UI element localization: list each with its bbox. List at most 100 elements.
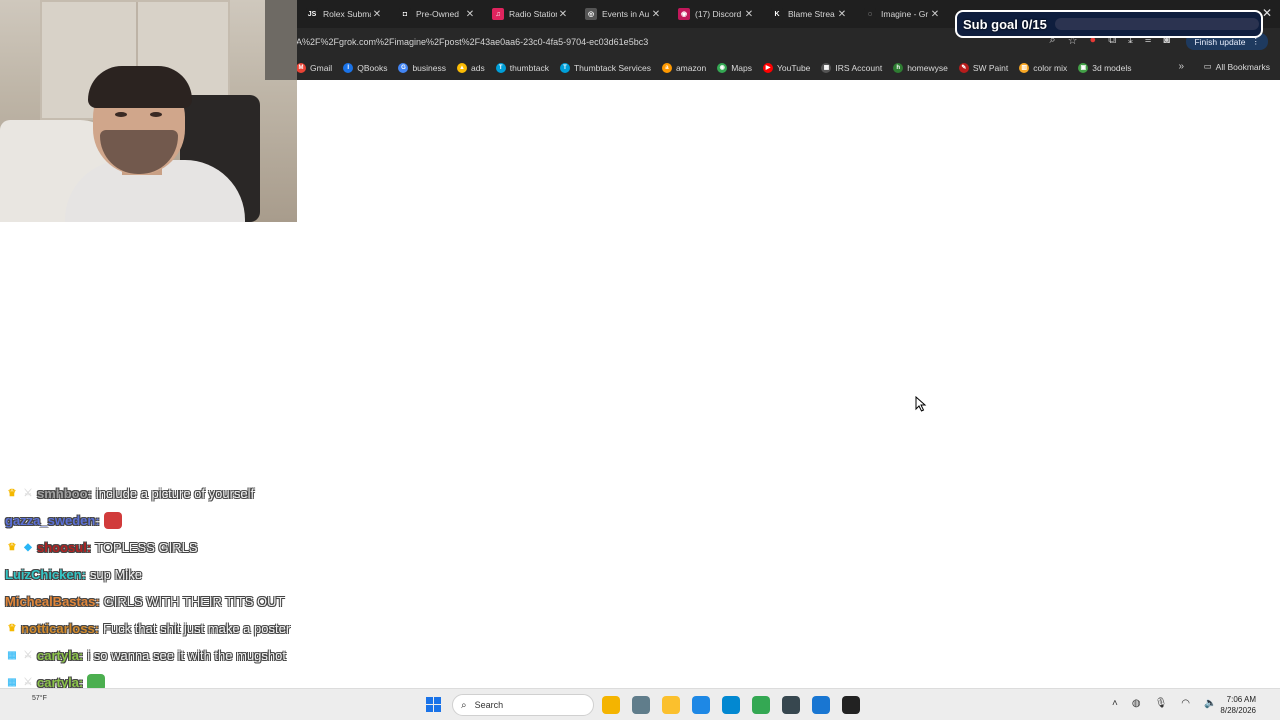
browser-tab-label: (17) Discord [695, 9, 742, 19]
chat-username: MichealBastas: [5, 594, 100, 609]
wifi-icon[interactable]: ◠ [1181, 698, 1190, 709]
bookmark-favicon-icon: ✎ [958, 62, 969, 73]
bookmark-item[interactable]: T Thumbtack Services [559, 62, 651, 73]
weather-widget[interactable]: 57°F [32, 695, 47, 702]
taskbar-search-box[interactable]: ⌕ Search [452, 694, 594, 716]
browser-tab[interactable]: ◌ Imagine - Gr ✕ [854, 0, 947, 28]
bookmark-label: Maps [731, 62, 752, 73]
all-bookmarks-label: All Bookmarks [1215, 61, 1270, 72]
window-close-icon[interactable]: ✕ [1262, 6, 1272, 20]
bookmark-item[interactable]: ▣ 3d models [1078, 62, 1132, 73]
chat-message: ♛ notticarloss: Fuck that shit just make a… [5, 615, 425, 642]
bookmark-label: Gmail [310, 62, 333, 73]
taskbar-clock[interactable]: 7:06 AM 8/28/2026 [1212, 694, 1256, 716]
notes-icon[interactable] [692, 696, 710, 714]
tab-close-icon[interactable]: ✕ [743, 9, 755, 20]
bookmark-label: color mix [1033, 62, 1068, 73]
browser-tab[interactable]: ◉ (17) Discord ✕ [668, 0, 761, 28]
mouse-cursor-icon [915, 396, 927, 412]
all-bookmarks-button[interactable]: ▭ All Bookmarks [1204, 61, 1270, 72]
bookmark-item[interactable]: ▦ IRS Account [821, 62, 882, 73]
bookmark-item[interactable]: Gbusiness [398, 62, 446, 73]
bookmarks-overflow-icon[interactable]: » [1178, 61, 1184, 72]
webcam-person-eye-left [115, 112, 127, 117]
chat-text: i so wanna see it with the mugshot [87, 648, 286, 663]
browser-tab[interactable]: ◘ Pre-Owned ✕ [389, 0, 482, 28]
globe-icon[interactable] [722, 696, 740, 714]
webcam-person-eye-right [150, 112, 162, 117]
bookmark-item[interactable]: I QBooks [343, 62, 387, 73]
bookmark-item[interactable]: Tthumbtack [495, 62, 549, 73]
bookmark-item[interactable]: ✎ SW Paint [958, 62, 1008, 73]
tray-overflow-icon[interactable]: ˄ [1112, 698, 1118, 709]
start-button[interactable] [426, 697, 441, 712]
network-icon[interactable]: ◍ [1132, 698, 1141, 709]
notepad-icon[interactable] [632, 696, 650, 714]
browser-tab[interactable]: ◎ Events in Au ✕ [575, 0, 668, 28]
bookmark-favicon-icon: h [893, 62, 904, 73]
bookmark-item[interactable]: ◉ Maps [717, 62, 752, 73]
browser-tab-label: Imagine - Gr [881, 9, 929, 19]
finish-update-label: Finish update [1194, 36, 1246, 47]
sub-goal-widget: Sub goal 0/15 [955, 10, 1263, 38]
bookmark-item[interactable]: a amazon [661, 62, 706, 73]
crown-badge-icon: ♛ [7, 488, 17, 499]
bookmark-favicon-icon: T [559, 62, 570, 73]
webcam-background-frame [265, 0, 297, 80]
tab-close-icon[interactable]: ✕ [557, 9, 569, 20]
bookmark-item[interactable]: h homewyse [893, 62, 948, 73]
folder-icon[interactable] [662, 696, 680, 714]
bookmark-item[interactable]: ▲ ads [457, 62, 485, 73]
bookmark-item[interactable]: M Gmail [296, 62, 333, 73]
chat-message: gazza_sweden: [5, 507, 425, 534]
start-tile [434, 705, 441, 712]
bookmark-favicon-icon: a [661, 62, 672, 73]
file-explorer-icon[interactable] [602, 696, 620, 714]
chat-username: smhboo: [37, 486, 92, 501]
photos-icon[interactable] [812, 696, 830, 714]
taskbar: 57°F ⌕ Search ˄ ◍ 🎙 ◠ 🔈 7:06 AM 8/28/202… [0, 688, 1280, 720]
bookmark-favicon-icon: ▥ [1019, 62, 1030, 73]
tab-close-icon[interactable]: ✕ [464, 9, 476, 20]
tab-close-icon[interactable]: ✕ [929, 9, 941, 20]
chrome-icon[interactable] [752, 696, 770, 714]
bookmark-item[interactable]: ▥ color mix [1019, 62, 1068, 73]
tab-close-icon[interactable]: ✕ [371, 9, 383, 20]
sub-goal-progress-bar [1054, 18, 1259, 30]
calculator-icon[interactable] [782, 696, 800, 714]
tab-close-icon[interactable]: ✕ [650, 9, 662, 20]
tab-close-icon[interactable]: ✕ [836, 9, 848, 20]
browser-tab[interactable]: ♫ Radio Station ✕ [482, 0, 575, 28]
chat-text: Fuck that shit just make a poster [103, 621, 291, 636]
browser-tab-label: Events in Au [602, 9, 650, 19]
webcam-person-hair [88, 66, 192, 108]
clock-time: 7:06 AM [1226, 695, 1256, 704]
chat-username: gazza_sweden: [5, 513, 100, 528]
grid-badge-icon: ▦ [7, 650, 17, 661]
chat-username: cartyla: [37, 648, 84, 663]
chat-text: TOPLESS GIRLS [95, 540, 198, 555]
bookmark-item[interactable]: ▶ YouTube [763, 62, 810, 73]
chat-overlay: ♛ ⚔ smhboo: include a picture of yourself ga… [5, 480, 425, 720]
browser-tab-label: Blame Strea [788, 9, 835, 19]
webcam-feed [0, 0, 297, 222]
eyeglasses-icon: ◘ [399, 8, 411, 20]
bookmark-favicon-icon: ▣ [1078, 62, 1089, 73]
bookmark-favicon-icon: ▦ [821, 62, 832, 73]
obs-icon[interactable] [842, 696, 860, 714]
folder-icon: ▭ [1203, 61, 1212, 71]
sword-badge-icon: ⚔ [23, 677, 33, 688]
grid-badge-icon: ▦ [7, 677, 17, 688]
chat-message: ▦ ⚔ cartyla: i so wanna see it with the mug… [5, 642, 425, 669]
taskbar-apps [602, 696, 860, 714]
bookmark-label: thumbtack [509, 62, 549, 73]
crown-badge-icon: ♛ [7, 542, 17, 553]
browser-tab[interactable]: K Blame Strea ✕ [761, 0, 854, 28]
browser-tab[interactable]: JS Rolex Submar✕ [296, 0, 389, 28]
start-tile [434, 697, 441, 704]
chat-message: LuizChicken: sup Mike [5, 561, 425, 588]
discord-icon: ◉ [678, 8, 690, 20]
url-text[interactable]: A%2F%2Fgrok.com%2Fimagine%2Fpost%2F43ae0… [296, 37, 648, 47]
microphone-icon[interactable]: 🎙 [1155, 698, 1168, 709]
bookmark-favicon-icon: G [398, 62, 409, 73]
